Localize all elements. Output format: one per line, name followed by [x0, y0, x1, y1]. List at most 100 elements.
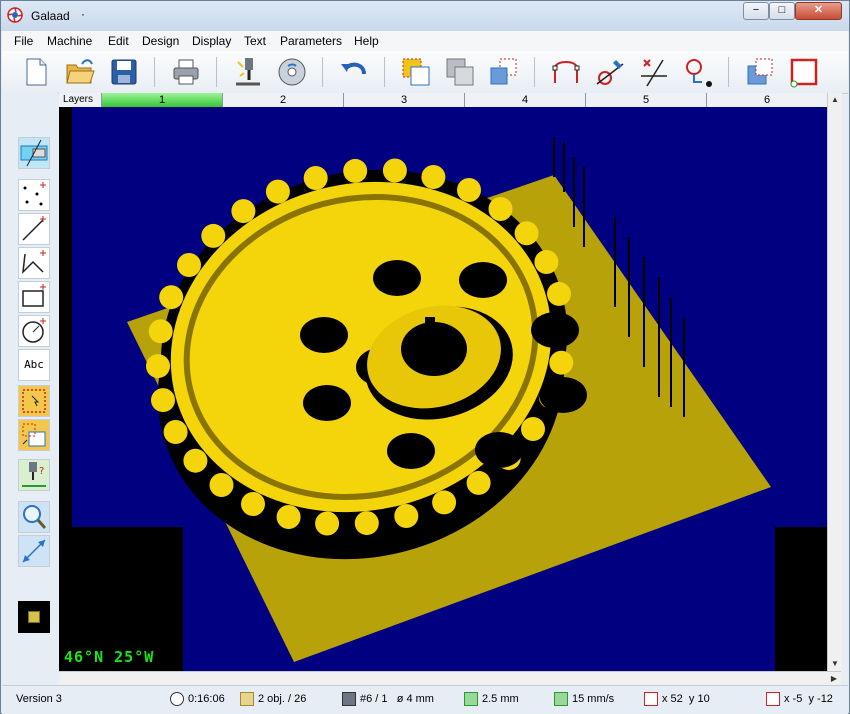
- close-button[interactable]: ✕: [795, 2, 842, 20]
- menu-design[interactable]: Design: [142, 34, 179, 48]
- simulation-button[interactable]: [274, 55, 310, 89]
- group-objects-button[interactable]: [442, 55, 478, 89]
- move-resize-button[interactable]: [18, 419, 50, 451]
- gear-tooth: [151, 388, 175, 413]
- gear-tooth: [209, 473, 234, 497]
- gear-tooth: [534, 250, 559, 274]
- scroll-down-arrow-icon[interactable]: ▼: [828, 657, 842, 671]
- layer-tab-6[interactable]: 6: [706, 93, 827, 107]
- measure-button[interactable]: [18, 535, 50, 567]
- print-button[interactable]: [168, 55, 204, 89]
- menu-machine[interactable]: Machine: [47, 34, 92, 48]
- array-objects-button[interactable]: [486, 55, 522, 89]
- node-edit-button[interactable]: [548, 55, 584, 89]
- layer-tab-1[interactable]: 1: [101, 93, 222, 107]
- point-select-icon: [686, 59, 712, 87]
- status-bar: Version 3 0:16:06 2 obj. / 26 #6 / 1 ø 4…: [2, 685, 848, 714]
- gear-tooth: [276, 505, 301, 529]
- layer-tab-3[interactable]: 3: [343, 93, 464, 107]
- point-select-button[interactable]: [680, 55, 716, 89]
- gear-tooth: [231, 199, 256, 224]
- position-cross-icon: [644, 692, 658, 707]
- position-field: x 52 y 10: [644, 690, 710, 708]
- vertical-scrollbar[interactable]: ▲ ▼: [827, 93, 842, 671]
- 3d-render: [59, 107, 827, 671]
- new-file-button[interactable]: [18, 55, 54, 89]
- tool-bit-icon: [342, 692, 356, 707]
- gear-tooth: [432, 490, 457, 515]
- gear-tooth: [457, 178, 481, 202]
- gear-tooth: [315, 511, 340, 536]
- layer-tab-2[interactable]: 2: [222, 93, 343, 107]
- move-resize-icon: [22, 423, 46, 447]
- layer-tab-4[interactable]: 4: [464, 93, 585, 107]
- relative-cross-icon: [766, 692, 780, 707]
- toolbar-separator: [534, 57, 535, 87]
- scroll-right-arrow-icon[interactable]: ▶: [827, 672, 841, 686]
- machine-button[interactable]: [230, 55, 266, 89]
- machine-tool-icon: [236, 58, 260, 86]
- polyline-tool-button[interactable]: [18, 247, 50, 279]
- gear-tooth: [549, 350, 574, 375]
- gear-tooth: [466, 470, 491, 495]
- save-button[interactable]: [106, 55, 142, 89]
- line-tool-button[interactable]: [18, 213, 50, 245]
- rotate-objects-button[interactable]: [742, 55, 778, 89]
- gear-tooth: [265, 179, 290, 204]
- line-tool-icon: [22, 216, 46, 241]
- copy-objects-button[interactable]: [398, 55, 434, 89]
- speed-field: 15 mm/s: [554, 690, 614, 708]
- toolbar-separator: [728, 57, 729, 87]
- machine-stop-icon: [20, 139, 48, 167]
- gear-tooth: [159, 285, 184, 310]
- menu-help[interactable]: Help: [354, 34, 379, 48]
- cut-line-button[interactable]: [636, 55, 672, 89]
- maximize-button[interactable]: □: [769, 2, 795, 20]
- menu-text[interactable]: Text: [244, 34, 266, 48]
- undo-icon: [341, 62, 366, 75]
- scroll-up-arrow-icon[interactable]: ▲: [828, 93, 842, 107]
- horizontal-scrollbar[interactable]: ▶: [59, 671, 841, 686]
- circle-tool-button[interactable]: [18, 315, 50, 347]
- gear-tooth: [394, 504, 419, 528]
- select-area-button[interactable]: [18, 385, 50, 417]
- zoom-button[interactable]: [18, 501, 50, 533]
- frame-icon: [790, 58, 818, 88]
- frame-button[interactable]: [786, 55, 822, 89]
- rotate-objects-icon: [747, 58, 773, 85]
- open-file-button[interactable]: [62, 55, 98, 89]
- menu-edit[interactable]: Edit: [108, 34, 129, 48]
- tool-path-button[interactable]: ?: [18, 459, 50, 491]
- 3d-view-canvas[interactable]: 46°N 25°W: [59, 107, 827, 671]
- layers-label: Layers: [63, 94, 94, 105]
- gear-tooth: [163, 420, 188, 444]
- points-tool-icon: [23, 182, 46, 206]
- toolbar-separator: [384, 57, 385, 87]
- points-tool-button[interactable]: [18, 179, 50, 211]
- rel-y-value: y -12: [808, 693, 833, 705]
- rectangle-tool-icon: [22, 284, 46, 307]
- svg-text:?: ?: [39, 466, 44, 477]
- rectangle-tool-button[interactable]: [18, 281, 50, 313]
- toolbar-separator: [216, 57, 217, 87]
- machine-stop-button[interactable]: [18, 137, 50, 169]
- gear-tooth: [547, 281, 571, 306]
- objects-icon: [240, 692, 254, 707]
- tangent-line-button[interactable]: [592, 55, 628, 89]
- menu-file[interactable]: File: [14, 34, 33, 48]
- gear-tooth: [303, 166, 328, 190]
- speed-value: 15 mm/s: [572, 693, 615, 705]
- version-label: Version 3: [16, 693, 62, 705]
- window-title: Galaad: [31, 9, 70, 23]
- menu-display[interactable]: Display: [192, 34, 231, 48]
- menu-parameters[interactable]: Parameters: [280, 34, 342, 48]
- color-swatch-button[interactable]: [18, 601, 50, 633]
- main-toolbar: [2, 51, 848, 94]
- pos-x-value: x 52: [662, 693, 683, 705]
- undo-button[interactable]: [336, 55, 372, 89]
- save-disk-icon: [111, 59, 137, 85]
- gear-tooth: [488, 197, 513, 221]
- minimize-button[interactable]: −: [743, 2, 769, 20]
- layer-tab-5[interactable]: 5: [585, 93, 706, 107]
- text-tool-button[interactable]: Abc: [18, 349, 50, 381]
